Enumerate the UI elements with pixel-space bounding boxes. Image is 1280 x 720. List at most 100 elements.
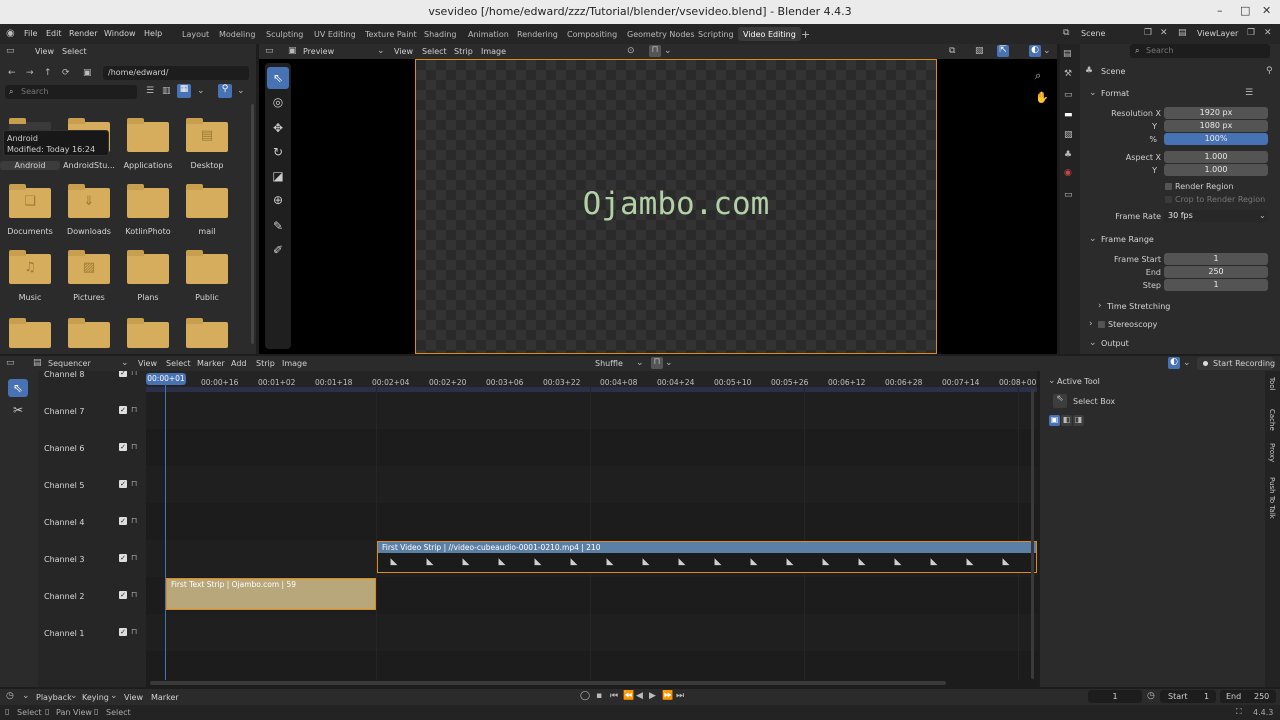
lock-icon[interactable]: ⊓ <box>131 627 137 636</box>
thumbnail-view-icon[interactable]: ▦ <box>177 84 191 98</box>
delete-scene-icon[interactable]: ✕ <box>1160 28 1168 38</box>
editor-type-icon[interactable]: ▭ <box>6 46 15 56</box>
properties-search-input[interactable]: Search <box>1130 44 1270 58</box>
file-item-applications[interactable] <box>127 118 169 152</box>
time-stretching-expand-icon[interactable]: › <box>1098 301 1102 311</box>
frame-start-field[interactable]: 1 <box>1164 253 1268 265</box>
seq-menu-view[interactable]: View <box>138 359 157 368</box>
timeline-menu-playback[interactable]: Playback <box>36 693 72 702</box>
mute-checkbox[interactable]: ✓ <box>119 554 127 562</box>
seq-view-type-chevron-icon[interactable]: ⌄ <box>121 358 129 368</box>
sample-tool-icon[interactable]: ✎ <box>267 215 289 237</box>
file-scrollbar[interactable] <box>251 104 254 344</box>
workspace-tab-compositing[interactable]: Compositing <box>562 27 622 41</box>
mute-checkbox[interactable]: ✓ <box>119 371 127 377</box>
render-region-checkbox[interactable] <box>1165 183 1172 190</box>
tool-tab-icon[interactable]: ⚒ <box>1064 69 1072 79</box>
video-strip[interactable]: First Video Strip | //video-cubeaudio-00… <box>377 541 1037 573</box>
add-workspace-icon[interactable]: + <box>801 28 810 41</box>
safe-areas-icon[interactable]: ▧ <box>975 46 984 56</box>
pin-icon[interactable]: ⚲ <box>1266 66 1273 76</box>
seq-h-scrollbar[interactable] <box>150 681 946 685</box>
render-tab-icon[interactable]: ▭ <box>1064 90 1073 100</box>
file-label-androidstudio[interactable]: AndroidStu... <box>58 161 120 170</box>
channel-name[interactable]: Channel 2 <box>44 592 84 601</box>
mute-checkbox[interactable]: ✓ <box>119 591 127 599</box>
playback-chevron-icon[interactable]: ⌄ <box>70 691 78 701</box>
play-reverse-icon[interactable]: ◀ <box>636 691 643 701</box>
timeline-editor-chevron-icon[interactable]: ⌄ <box>22 691 30 701</box>
menu-file[interactable]: File <box>24 29 37 38</box>
transform-tool-icon[interactable]: ⊕ <box>267 189 289 211</box>
active-tool-title[interactable]: Active Tool <box>1057 377 1100 386</box>
timeline-editor-icon[interactable]: ◷ <box>6 691 14 701</box>
mode-set-icon[interactable]: ▣ <box>1049 415 1060 426</box>
refresh-icon[interactable]: ⟳ <box>62 68 70 78</box>
workspace-tab-shading[interactable]: Shading <box>419 27 462 41</box>
timeline-menu-view[interactable]: View <box>124 693 143 702</box>
start-recording-button[interactable]: Start Recording <box>1197 357 1275 370</box>
render-region-label[interactable]: Render Region <box>1175 182 1233 191</box>
sidebar-tab-push-to-talk[interactable]: Push To Talk <box>1268 477 1276 519</box>
lock-icon[interactable]: ⊓ <box>131 442 137 451</box>
preview-mode-select[interactable]: Preview <box>303 47 334 56</box>
file-label-plans[interactable]: Plans <box>117 293 179 302</box>
seq-menu-select[interactable]: Select <box>166 359 191 368</box>
overlap-mode-chevron-icon[interactable]: ⌄ <box>636 358 644 368</box>
workspace-tab-sculpting[interactable]: Sculpting <box>261 27 308 41</box>
end-frame-field[interactable]: End 250 <box>1220 690 1276 703</box>
delete-view-layer-icon[interactable]: ✕ <box>1264 28 1272 38</box>
res-x-field[interactable]: 1920 px <box>1164 107 1268 119</box>
file-item-music[interactable]: ♫ <box>9 250 51 284</box>
workspace-tab-layout[interactable]: Layout <box>177 27 214 41</box>
file-item-partial-3[interactable] <box>127 318 169 348</box>
zoom-icon[interactable]: ⌕ <box>1035 69 1041 83</box>
scale-tool-icon[interactable]: ◪ <box>267 165 289 187</box>
seq-overlay-chevron-icon[interactable]: ⌄ <box>1183 358 1191 368</box>
stereoscopy-checkbox[interactable] <box>1098 321 1105 328</box>
minimize-button[interactable]: – <box>1217 4 1223 17</box>
new-scene-icon[interactable]: ❐ <box>1144 28 1152 38</box>
output-expand-icon[interactable]: ⌄ <box>1089 338 1097 348</box>
aspect-y-field[interactable]: 1.000 <box>1164 164 1268 176</box>
menu-render[interactable]: Render <box>69 29 97 38</box>
auto-keying-icon[interactable]: ◯ <box>580 691 590 701</box>
scene-tab-icon[interactable]: ♣ <box>1064 150 1072 160</box>
file-label-pictures[interactable]: Pictures <box>58 293 120 302</box>
channel-name[interactable]: Channel 6 <box>44 444 84 453</box>
jump-end-icon[interactable]: ⏭ <box>676 691 684 701</box>
timeline-menu-marker[interactable]: Marker <box>151 693 179 702</box>
world-tab-icon[interactable]: ◉ <box>1064 168 1072 178</box>
workspace-tab-video-editing[interactable]: Video Editing <box>738 27 801 41</box>
file-item-documents[interactable]: ❏ <box>9 184 51 218</box>
seq-overlay-icon[interactable]: ◐ <box>1168 357 1180 369</box>
back-icon[interactable]: ← <box>8 68 16 78</box>
snap-chevron-icon[interactable]: ⌄ <box>664 46 672 56</box>
pivot-icon[interactable]: ⊙ <box>627 46 635 56</box>
list-vertical-view-icon[interactable]: ☰ <box>146 86 154 96</box>
jump-keyframe-forward-icon[interactable]: ⏩ <box>662 691 673 701</box>
file-label-mail[interactable]: mail <box>176 227 238 236</box>
preview-range-icon[interactable]: ◷ <box>1147 691 1155 701</box>
stereoscopy-section[interactable]: Stereoscopy <box>1108 320 1157 329</box>
play-icon[interactable]: ▶ <box>649 691 656 701</box>
mute-checkbox[interactable]: ✓ <box>119 480 127 488</box>
file-item-partial-4[interactable] <box>186 318 228 348</box>
res-pct-slider[interactable]: 100% <box>1164 133 1268 145</box>
path-field[interactable]: /home/edward/ <box>103 66 249 80</box>
presets-icon[interactable]: ☰ <box>1245 88 1253 98</box>
maximize-button[interactable]: □ <box>1240 4 1250 17</box>
file-label-desktop[interactable]: Desktop <box>176 161 238 170</box>
overlay-chevron-icon[interactable]: ⌄ <box>1043 46 1051 56</box>
collection-tab-icon[interactable]: ▭ <box>1064 190 1073 200</box>
view-layer-name[interactable]: ViewLayer <box>1197 29 1238 38</box>
file-label-kotlinphoto[interactable]: KotlinPhoto <box>117 227 179 236</box>
seq-view-type-select[interactable]: Sequencer <box>48 359 91 368</box>
output-tab-icon[interactable]: ▬ <box>1064 110 1073 120</box>
file-item-kotlinphoto[interactable] <box>127 184 169 218</box>
file-label-downloads[interactable]: Downloads <box>58 227 120 236</box>
jump-keyframe-back-icon[interactable]: ⏪ <box>623 691 634 701</box>
file-item-plans[interactable] <box>127 250 169 284</box>
scene-name[interactable]: Scene <box>1081 29 1105 38</box>
channel-name[interactable]: Channel 3 <box>44 555 84 564</box>
